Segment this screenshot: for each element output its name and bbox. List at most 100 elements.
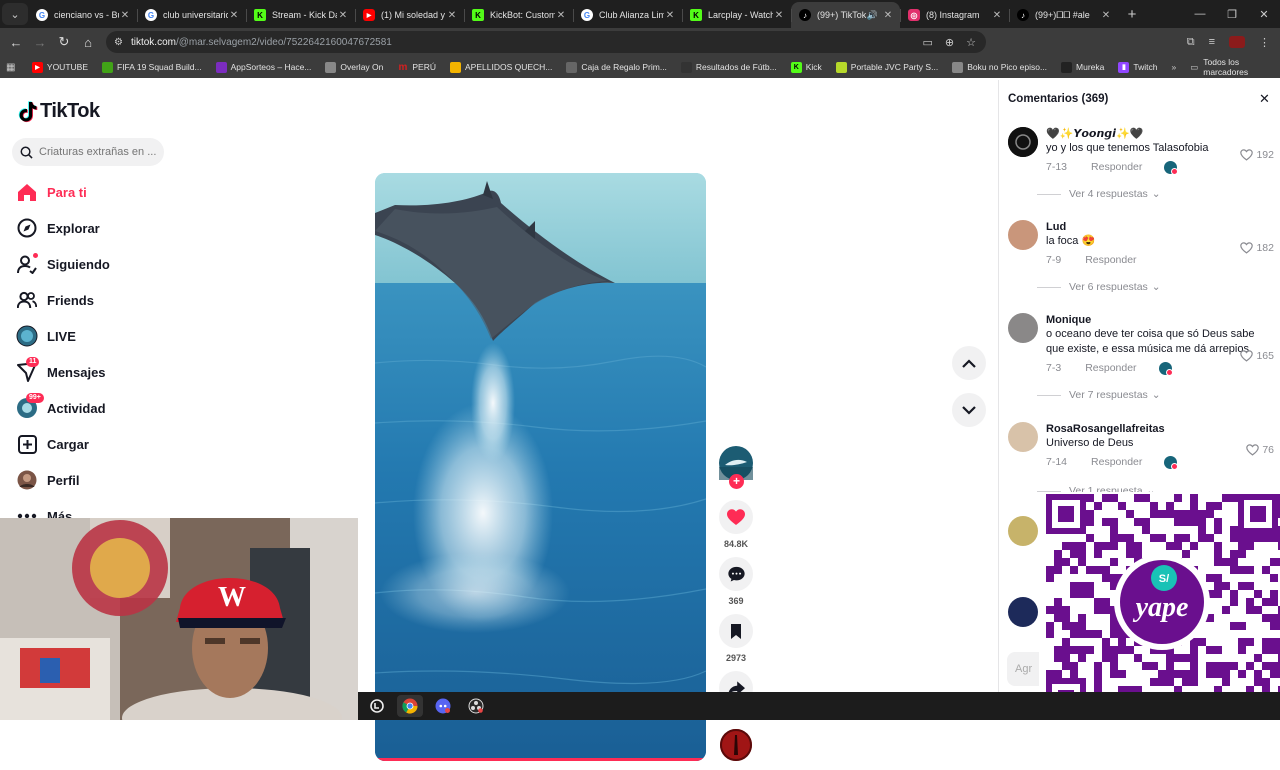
- logitech-icon[interactable]: [364, 695, 390, 717]
- browser-tab[interactable]: K KickBot: Customiz✕: [464, 2, 573, 28]
- previous-video-button[interactable]: [952, 346, 986, 380]
- new-tab-button[interactable]: +: [1118, 6, 1146, 23]
- close-tab-icon[interactable]: ✕: [555, 10, 567, 21]
- close-tab-icon[interactable]: ✕: [991, 10, 1003, 21]
- bookmark-item[interactable]: Overlay On: [325, 61, 383, 73]
- close-comments-icon[interactable]: ✕: [1259, 91, 1270, 107]
- close-tab-icon[interactable]: ✕: [119, 10, 131, 21]
- cast-icon[interactable]: ▭: [923, 36, 933, 49]
- reply-button[interactable]: Responder: [1085, 254, 1136, 266]
- obs-taskbar-icon[interactable]: [463, 695, 489, 717]
- zoom-icon[interactable]: ⊕: [945, 36, 954, 49]
- browser-menu-icon[interactable]: ⋮: [1259, 36, 1270, 49]
- bookmark-item[interactable]: Resultados de Fútb...: [680, 61, 777, 73]
- bookmark-item[interactable]: APELLIDOS QUECH...: [450, 61, 552, 73]
- sidebar-item-cargar[interactable]: Cargar: [16, 426, 206, 462]
- tiktok-logo[interactable]: TikTok: [18, 100, 100, 123]
- minimize-icon[interactable]: —: [1184, 8, 1216, 21]
- extensions-icon[interactable]: ⧉: [1187, 36, 1195, 49]
- sidebar-item-friends[interactable]: Friends: [16, 282, 206, 318]
- bookmark-item[interactable]: K Kick: [790, 61, 822, 73]
- profile-avatar[interactable]: [1229, 36, 1245, 48]
- comment-avatar[interactable]: [1008, 516, 1038, 546]
- comment-username[interactable]: 🖤✨𝙔𝙤𝙤𝙣𝙜𝙞✨🖤: [1046, 127, 1274, 141]
- comment-like-button[interactable]: 192: [1240, 149, 1274, 161]
- bookmark-item[interactable]: ▶ YOUTUBE: [31, 61, 88, 73]
- apps-grid-icon[interactable]: ▦: [6, 62, 18, 73]
- bookmark-item[interactable]: Mureka: [1061, 61, 1104, 73]
- media-controls-icon[interactable]: ≡: [1209, 36, 1215, 48]
- comment-input[interactable]: Agr: [1007, 652, 1039, 686]
- close-tab-icon[interactable]: ✕: [228, 10, 240, 21]
- browser-tab[interactable]: ♪ (99+) TikTok - 🔊 ✕: [791, 2, 900, 28]
- sidebar-item-perfil[interactable]: Perfil: [16, 462, 206, 498]
- next-video-button[interactable]: [952, 393, 986, 427]
- comment-username[interactable]: Lud: [1046, 220, 1274, 234]
- comment-avatar[interactable]: [1008, 127, 1038, 157]
- sidebar-item-siguiendo[interactable]: Siguiendo: [16, 246, 206, 282]
- video-progress-bar[interactable]: [375, 758, 706, 761]
- comment-avatar[interactable]: [1008, 597, 1038, 627]
- more-bookmarks-icon[interactable]: »: [1171, 62, 1176, 72]
- save-action[interactable]: 2973: [716, 614, 756, 663]
- comment-like-button[interactable]: 76: [1246, 444, 1274, 456]
- speaker-icon[interactable]: 🔊: [867, 10, 878, 21]
- bookmark-item[interactable]: ▮ Twitch: [1118, 61, 1157, 73]
- close-tab-icon[interactable]: ✕: [337, 10, 349, 21]
- chrome-taskbar-icon[interactable]: [397, 695, 423, 717]
- bookmark-item[interactable]: m PERÚ: [397, 62, 436, 73]
- forward-icon[interactable]: →: [28, 35, 52, 50]
- browser-tab[interactable]: ♪ (99+)🞐🞐 #ale ✕: [1009, 2, 1118, 28]
- search-input[interactable]: [39, 146, 161, 158]
- video-player[interactable]: [375, 173, 706, 761]
- close-window-icon[interactable]: ✕: [1248, 8, 1280, 21]
- comment-avatar[interactable]: [1008, 313, 1038, 343]
- comment-avatar[interactable]: [1008, 220, 1038, 250]
- close-tab-icon[interactable]: ✕: [446, 10, 458, 21]
- comment-button[interactable]: [719, 557, 753, 591]
- view-replies-button[interactable]: Ver 7 respuestas ⌄: [1037, 389, 1161, 401]
- discord-taskbar-icon[interactable]: [430, 695, 456, 717]
- reply-button[interactable]: Responder: [1091, 161, 1142, 173]
- bookmark-item[interactable]: FIFA 19 Squad Build...: [102, 61, 202, 73]
- creator-avatar[interactable]: +: [719, 446, 753, 489]
- back-icon[interactable]: ←: [4, 35, 28, 50]
- comment-action[interactable]: 369: [716, 557, 756, 606]
- save-button[interactable]: [719, 614, 753, 648]
- comment-like-button[interactable]: 182: [1240, 242, 1274, 254]
- comment-like-button[interactable]: 165: [1240, 350, 1274, 362]
- comment-username[interactable]: Monique: [1046, 313, 1274, 327]
- close-tab-icon[interactable]: ✕: [882, 10, 894, 21]
- view-replies-button[interactable]: Ver 6 respuestas ⌄: [1037, 281, 1161, 293]
- reply-button[interactable]: Responder: [1091, 456, 1142, 468]
- sidebar-item-actividad[interactable]: 99+ Actividad: [16, 390, 206, 426]
- browser-tab[interactable]: ◎ (8) Instagram ✕: [900, 2, 1009, 28]
- home-button-icon[interactable]: ⌂: [76, 35, 100, 50]
- browser-tab[interactable]: Gcienciano vs - Bus✕: [28, 2, 137, 28]
- view-replies-button[interactable]: Ver 4 respuestas ⌄: [1037, 188, 1161, 200]
- browser-tab[interactable]: K Larcplay - Watch ✕: [682, 2, 791, 28]
- restore-icon[interactable]: ❐: [1216, 8, 1248, 21]
- sidebar-item-explorar[interactable]: Explorar: [16, 210, 206, 246]
- site-info-icon[interactable]: ⚙: [114, 37, 123, 48]
- bookmark-item[interactable]: Portable JVC Party S...: [835, 61, 938, 73]
- browser-tab[interactable]: ▶ (1) Mi soledad y y ✕: [355, 2, 464, 28]
- reply-button[interactable]: Responder: [1085, 362, 1136, 374]
- comment-avatar[interactable]: [1008, 422, 1038, 452]
- bookmark-star-icon[interactable]: ☆: [966, 36, 976, 49]
- close-tab-icon[interactable]: ✕: [773, 10, 785, 21]
- sidebar-item-live[interactable]: LIVE: [16, 318, 206, 354]
- like-button[interactable]: [719, 500, 753, 534]
- bookmark-item[interactable]: Boku no Pico episo...: [952, 61, 1047, 73]
- sidebar-item-para-ti[interactable]: Para ti: [16, 174, 206, 210]
- sidebar-item-mensajes[interactable]: 11 Mensajes: [16, 354, 206, 390]
- address-bar[interactable]: ⚙ tiktok.com /@mar.selvagem2/video/75226…: [106, 31, 986, 53]
- reload-icon[interactable]: ↻: [52, 34, 76, 50]
- tab-search-icon[interactable]: ⌄: [2, 3, 28, 25]
- all-bookmarks-folder[interactable]: ▭ Todos los marcadores: [1190, 57, 1272, 77]
- browser-tab[interactable]: Gclub universitario ✕: [137, 2, 246, 28]
- like-action[interactable]: 84.8K: [716, 500, 756, 549]
- browser-tab[interactable]: G Club Alianza Lima ✕: [573, 2, 682, 28]
- browser-tab[interactable]: K Stream - Kick Das✕: [246, 2, 355, 28]
- bookmark-item[interactable]: Caja de Regalo Prim...: [566, 61, 667, 73]
